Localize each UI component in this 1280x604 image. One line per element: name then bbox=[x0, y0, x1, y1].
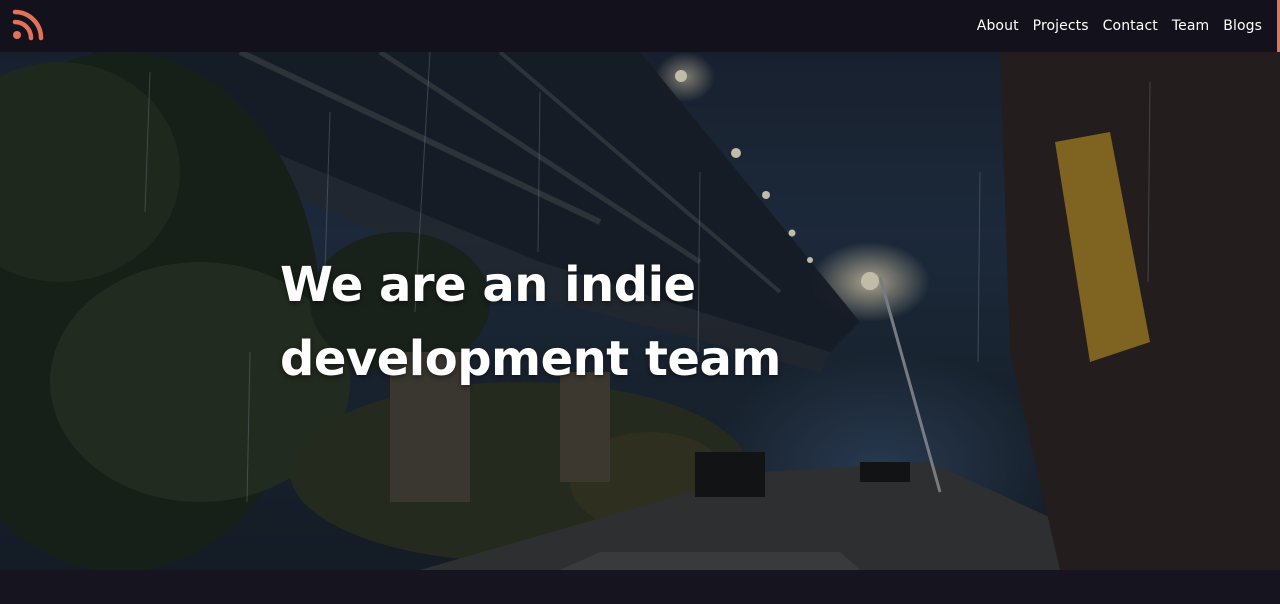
top-navigation-bar: About Projects Contact Team Blogs bbox=[0, 0, 1280, 52]
hero-headline-line-1: We are an indie bbox=[280, 257, 696, 313]
main-nav: About Projects Contact Team Blogs bbox=[977, 0, 1262, 52]
nav-link-contact[interactable]: Contact bbox=[1103, 18, 1158, 34]
rss-feed-icon[interactable] bbox=[12, 9, 44, 41]
page-footer-strip bbox=[0, 570, 1280, 604]
nav-link-blogs[interactable]: Blogs bbox=[1223, 18, 1262, 34]
hero-headline: We are an indie development team bbox=[280, 248, 781, 396]
nav-link-projects[interactable]: Projects bbox=[1033, 18, 1089, 34]
hero-headline-line-2: development team bbox=[280, 331, 781, 387]
nav-link-team[interactable]: Team bbox=[1172, 18, 1209, 34]
hero-section: We are an indie development team bbox=[0, 52, 1280, 570]
nav-link-about[interactable]: About bbox=[977, 18, 1019, 34]
